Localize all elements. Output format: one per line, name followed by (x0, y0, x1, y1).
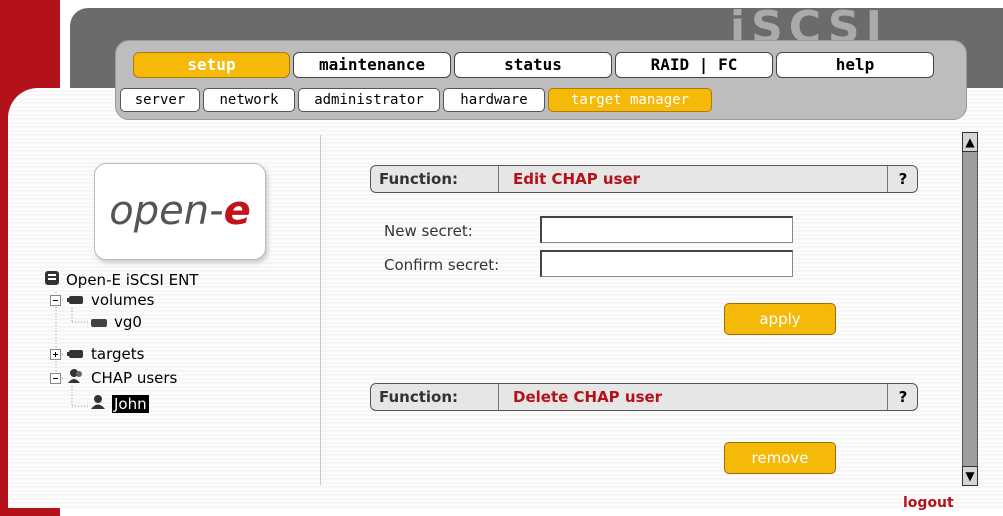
logo-text: open- (109, 188, 224, 234)
tree-item-vg0-label: vg0 (114, 313, 142, 331)
tree-item-john[interactable]: John (90, 394, 149, 414)
header-separator (498, 384, 499, 410)
column-divider (320, 135, 321, 485)
logout-link[interactable]: logout (903, 495, 954, 511)
scroll-down-icon[interactable]: ▼ (962, 466, 978, 486)
subtab-administrator[interactable]: administrator (298, 88, 440, 112)
open-e-logo: open-e (94, 163, 266, 260)
tree-item-targets-label: targets (91, 345, 145, 363)
tree-item-chap-users[interactable]: CHAP users (50, 368, 177, 388)
vertical-scrollbar[interactable]: ▲ ▼ (962, 132, 978, 486)
volume-icon (90, 313, 108, 333)
tab-raid-fc[interactable]: RAID | FC (615, 52, 773, 78)
tree-item-targets[interactable]: targets (50, 344, 144, 364)
users-icon (67, 368, 85, 389)
help-button[interactable]: ? (891, 384, 915, 410)
subtab-hardware[interactable]: hardware (443, 88, 545, 112)
targets-icon (67, 345, 85, 365)
delete-chap-user-header: Function: Delete CHAP user ? (370, 383, 918, 411)
logo-accent: e (223, 188, 251, 234)
tab-help[interactable]: help (776, 52, 934, 78)
tree-item-vg0[interactable]: vg0 (90, 312, 142, 332)
tree-item-chap-users-label: CHAP users (91, 369, 178, 387)
collapse-icon[interactable] (50, 291, 61, 311)
confirm-secret-input[interactable] (540, 250, 793, 277)
subtab-server[interactable]: server (120, 88, 200, 112)
tree-item-volumes[interactable]: volumes (50, 290, 154, 310)
header-separator (498, 166, 499, 192)
help-separator (887, 166, 888, 192)
tab-setup[interactable]: setup (133, 52, 290, 78)
apply-button[interactable]: apply (724, 303, 836, 335)
tree-root[interactable]: Open-E iSCSI ENT (44, 270, 198, 290)
remove-button[interactable]: remove (724, 442, 836, 474)
help-separator (887, 384, 888, 410)
server-icon (44, 270, 60, 291)
new-secret-input[interactable] (540, 216, 793, 243)
tree-item-john-label: John (112, 395, 149, 413)
edit-chap-user-header: Function: Edit CHAP user ? (370, 165, 918, 193)
confirm-secret-label: Confirm secret: (384, 256, 500, 274)
expand-icon[interactable] (50, 345, 61, 365)
tree-item-volumes-label: volumes (91, 291, 155, 309)
new-secret-label: New secret: (384, 222, 473, 240)
function-label: Function: (379, 170, 459, 188)
collapse-icon[interactable] (50, 369, 61, 389)
volume-group-icon (67, 291, 85, 311)
scroll-up-icon[interactable]: ▲ (962, 132, 978, 152)
tab-maintenance[interactable]: maintenance (293, 52, 451, 78)
tree-root-label: Open-E iSCSI ENT (66, 271, 199, 289)
tab-status[interactable]: status (454, 52, 612, 78)
subtab-target-manager[interactable]: target manager (548, 88, 712, 112)
subtab-network[interactable]: network (203, 88, 295, 112)
function-label: Function: (379, 388, 459, 406)
function-title: Delete CHAP user (513, 388, 663, 406)
user-icon (90, 394, 106, 415)
function-title: Edit CHAP user (513, 170, 641, 188)
help-button[interactable]: ? (891, 166, 915, 192)
